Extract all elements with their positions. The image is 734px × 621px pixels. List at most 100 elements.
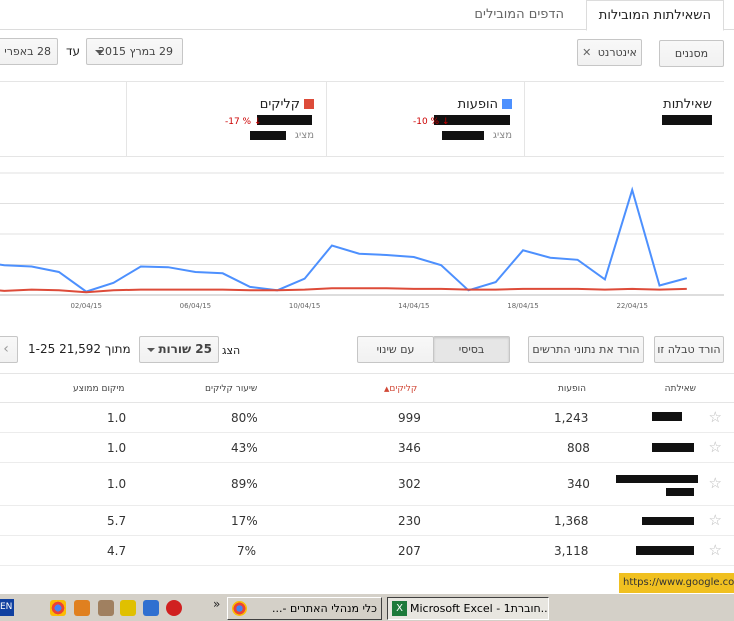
taskbar: EN » כלי מנהלי האתרים -... X Microsoft E… (0, 593, 734, 621)
star-icon[interactable]: ☆ (709, 511, 722, 529)
date-from-value: 29 במרץ 2015 (98, 45, 173, 58)
download-table-button[interactable]: הורד טבלה זו (654, 336, 724, 363)
header-impressions[interactable]: הופעות (558, 384, 586, 394)
clicks-title-text: קליקים (259, 97, 300, 112)
header-avg-position[interactable]: מיקום ממוצע (73, 384, 124, 394)
clicks-sub: מציג (294, 130, 314, 141)
impressions-series-line[interactable] (0, 186, 688, 293)
redacted-query (652, 443, 694, 452)
chrome-task-label: כלי מנהלי האתרים -... (272, 602, 377, 615)
ie-icon[interactable] (143, 600, 159, 616)
chevron-down-icon (147, 348, 155, 352)
arrow-down-icon: ↓ (254, 117, 262, 127)
table-row[interactable]: ☆ 340 302 89% 1.0 (0, 463, 734, 506)
cell-clicks: 207 (398, 544, 421, 558)
x-tick-label: 14/04/15 (398, 302, 429, 310)
excel-task-button[interactable]: X Microsoft Excel - חוברת1... (387, 597, 549, 620)
excel-icon: X (392, 601, 407, 616)
chevron-down-icon (95, 50, 103, 54)
clicks-change: -17 % ↓ (225, 117, 262, 127)
firefox-icon[interactable] (74, 600, 90, 616)
folder-icon[interactable] (120, 600, 136, 616)
queries-card[interactable]: שאילתות (524, 82, 724, 157)
table-row[interactable]: ☆ 3,118 207 7% 4.7 (0, 536, 734, 566)
cell-impressions: 1,243 (554, 411, 589, 425)
cell-clicks: 230 (398, 514, 421, 528)
download-chart-data-button[interactable]: הורד את נתוני התרשים (528, 336, 644, 363)
prev-page-button[interactable]: ‹ (0, 336, 18, 363)
filters-button[interactable]: מסננים (659, 40, 724, 67)
cell-clicks: 302 (398, 477, 421, 491)
table-row[interactable]: ☆ 1,243 999 80% 1.0 (0, 403, 734, 433)
performance-chart: 02/04/15 06/04/15 10/04/15 14/04/15 18/04/15… (0, 172, 724, 310)
table-row[interactable]: ☆ 1,368 230 17% 5.7 (0, 506, 734, 536)
language-indicator[interactable]: EN (0, 599, 14, 616)
cell-impressions: 340 (567, 477, 590, 491)
until-label: עד (66, 44, 81, 58)
redacted-query (616, 475, 698, 483)
cell-ctr: 7% (237, 544, 257, 558)
cell-avg-position: 1.0 (107, 411, 127, 425)
cell-avg-position: 4.7 (107, 544, 127, 558)
cell-avg-position: 5.7 (107, 514, 127, 528)
excel-task-label: Microsoft Excel - חוברת1... (410, 602, 548, 615)
clicks-card[interactable]: קליקים -17 % ↓ מציג (126, 82, 326, 157)
cell-impressions: 1,368 (554, 514, 589, 528)
metric-cards: שאילתות הופעות -10 % ↓ מציג קליקים -17 %… (0, 81, 724, 157)
impressions-title: הופעות (458, 97, 512, 112)
overflow-chevron-icon[interactable]: » (213, 597, 220, 611)
redacted-clicks-value (257, 115, 312, 125)
cell-avg-position: 1.0 (107, 477, 127, 491)
rows-per-page-value: 25 שורות (158, 342, 212, 356)
clicks-series-line[interactable] (0, 287, 687, 294)
date-to-select[interactable]: 28 באפרי 5 (0, 38, 58, 65)
cell-ctr: 80% (231, 411, 258, 425)
date-from-select[interactable]: 29 במרץ 2015 (86, 38, 183, 65)
clicks-change-text: -17 % (225, 117, 252, 127)
chevron-left-icon: ‹ (3, 341, 9, 357)
star-icon[interactable]: ☆ (709, 408, 722, 426)
x-tick-label: 10/04/15 (289, 302, 320, 310)
header-query[interactable]: שאילתה (665, 384, 696, 394)
x-tick-label: 22/04/15 (616, 302, 647, 310)
status-url: https://www.google.co (619, 573, 734, 593)
impressions-change-text: -10 % (413, 117, 440, 127)
cell-ctr: 17% (231, 514, 258, 528)
internet-filter-chip[interactable]: אינטרנט ✕ (577, 39, 642, 66)
tab-mobile-queries[interactable]: השאילתות המובילות (585, 0, 724, 31)
header-clicks-text: קליקים (389, 384, 418, 394)
table-header: שאילתה הופעות ▲קליקים שיעור קליקים מיקום… (0, 373, 734, 403)
impressions-title-text: הופעות (457, 97, 498, 112)
tab-mobile-pages[interactable]: הדפים המובילים (462, 0, 576, 30)
chrome-task-button[interactable]: כלי מנהלי האתרים -... (227, 597, 382, 620)
rows-per-page-select[interactable]: 25 שורות (139, 336, 219, 363)
header-ctr[interactable]: שיעור קליקים (205, 384, 257, 394)
header-clicks[interactable]: ▲קליקים (384, 384, 417, 394)
x-tick-label: 02/04/15 (70, 302, 101, 310)
close-icon[interactable]: ✕ (582, 46, 591, 59)
with-change-button[interactable]: עם שינוי (357, 336, 434, 363)
star-icon[interactable]: ☆ (709, 438, 722, 456)
cell-ctr: 89% (231, 477, 258, 491)
star-icon[interactable]: ☆ (709, 541, 722, 559)
impressions-color-square (502, 99, 512, 109)
app-window: השאילתות המובילות הדפים המובילים מסננים … (0, 0, 734, 621)
show-label: הצג (222, 344, 241, 357)
internet-filter-label: אינטרנט (597, 46, 637, 59)
pagination-text: 1-25 מתוך 21,592 (28, 342, 131, 356)
oracle-icon[interactable] (166, 600, 182, 616)
basic-view-button[interactable]: בסיסי (433, 336, 510, 363)
cell-ctr: 43% (231, 441, 258, 455)
app-icon[interactable] (98, 600, 114, 616)
redacted-query (636, 546, 694, 555)
x-tick-label: 18/04/15 (507, 302, 538, 310)
clicks-title: קליקים (260, 97, 314, 112)
cell-clicks: 346 (398, 441, 421, 455)
table-row[interactable]: ☆ 808 346 43% 1.0 (0, 433, 734, 463)
cell-avg-position: 1.0 (107, 441, 127, 455)
impressions-change: -10 % ↓ (413, 117, 450, 127)
x-tick-label: 06/04/15 (180, 302, 211, 310)
star-icon[interactable]: ☆ (709, 474, 722, 492)
chrome-icon[interactable] (50, 600, 66, 616)
impressions-card[interactable]: הופעות -10 % ↓ מציג (326, 82, 524, 157)
